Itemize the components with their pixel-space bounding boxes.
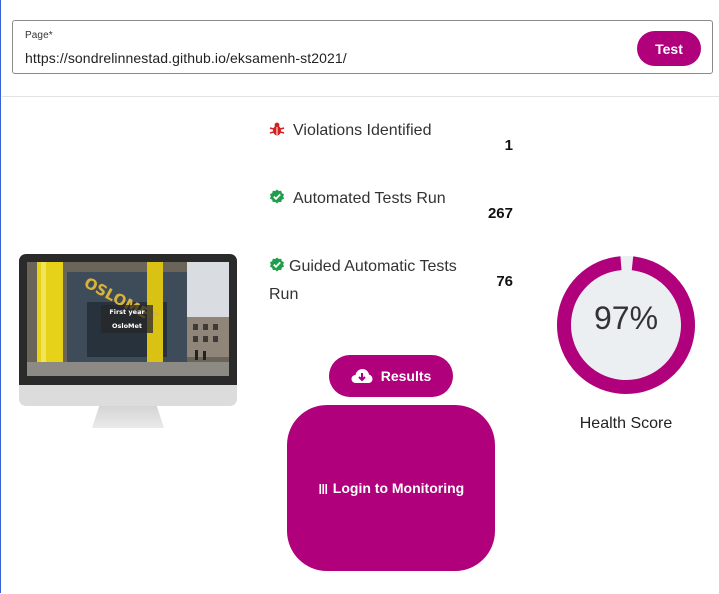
top-bar: Page* https://sondrelinnestad.github.io/…	[2, 0, 719, 97]
required-mark: *	[48, 30, 53, 41]
preview-screen: OSLOMET First year OsloMet	[27, 262, 229, 376]
stat-automated-tests-label: Automated Tests Run	[293, 190, 446, 207]
stat-violations-label: Violations Identified	[293, 122, 432, 139]
preview-caption-line1: First year	[109, 308, 145, 316]
check-shield-icon	[270, 189, 284, 204]
stat-guided-tests-value: 76	[496, 273, 513, 290]
cloud-download-icon	[351, 369, 373, 383]
page-url-field[interactable]: Page* https://sondrelinnestad.github.io/…	[12, 20, 713, 74]
website-preview: OSLOMET First year OsloMet	[19, 254, 237, 430]
monitor-stand	[92, 406, 164, 428]
preview-caption-line2: OsloMet	[112, 322, 142, 330]
page-url-input[interactable]: https://sondrelinnestad.github.io/eksame…	[25, 50, 347, 66]
preview-image: OSLOMET First year OsloMet	[27, 262, 229, 376]
stat-automated-tests-value: 267	[487, 205, 513, 222]
health-score-label: Health Score	[579, 415, 673, 432]
stat-guided-tests: Guided Automatic Tests Run	[269, 253, 459, 309]
check-shield-icon	[270, 257, 284, 272]
results-button[interactable]: Results	[329, 355, 453, 397]
stat-automated-tests: Automated Tests Run	[269, 185, 459, 213]
monitor-chin	[19, 385, 237, 406]
stat-guided-tests-label: Guided Automatic Tests Run	[269, 258, 457, 303]
stat-violations-value: 1	[504, 137, 513, 154]
login-to-monitoring-button[interactable]: ııı Login to Monitoring	[287, 405, 495, 571]
stat-violations: Violations Identified	[269, 117, 459, 145]
test-button[interactable]: Test	[637, 31, 701, 66]
login-button-label: Login to Monitoring	[332, 480, 465, 496]
page-url-label: Page*	[25, 30, 53, 41]
health-score-value: 97%	[593, 300, 659, 336]
bug-icon	[269, 122, 285, 136]
app-frame: Page* https://sondrelinnestad.github.io/…	[0, 0, 719, 593]
results-button-label: Results	[380, 368, 432, 384]
page-url-label-text: Page	[25, 30, 49, 41]
monitoring-logo-icon: ııı	[317, 477, 329, 498]
